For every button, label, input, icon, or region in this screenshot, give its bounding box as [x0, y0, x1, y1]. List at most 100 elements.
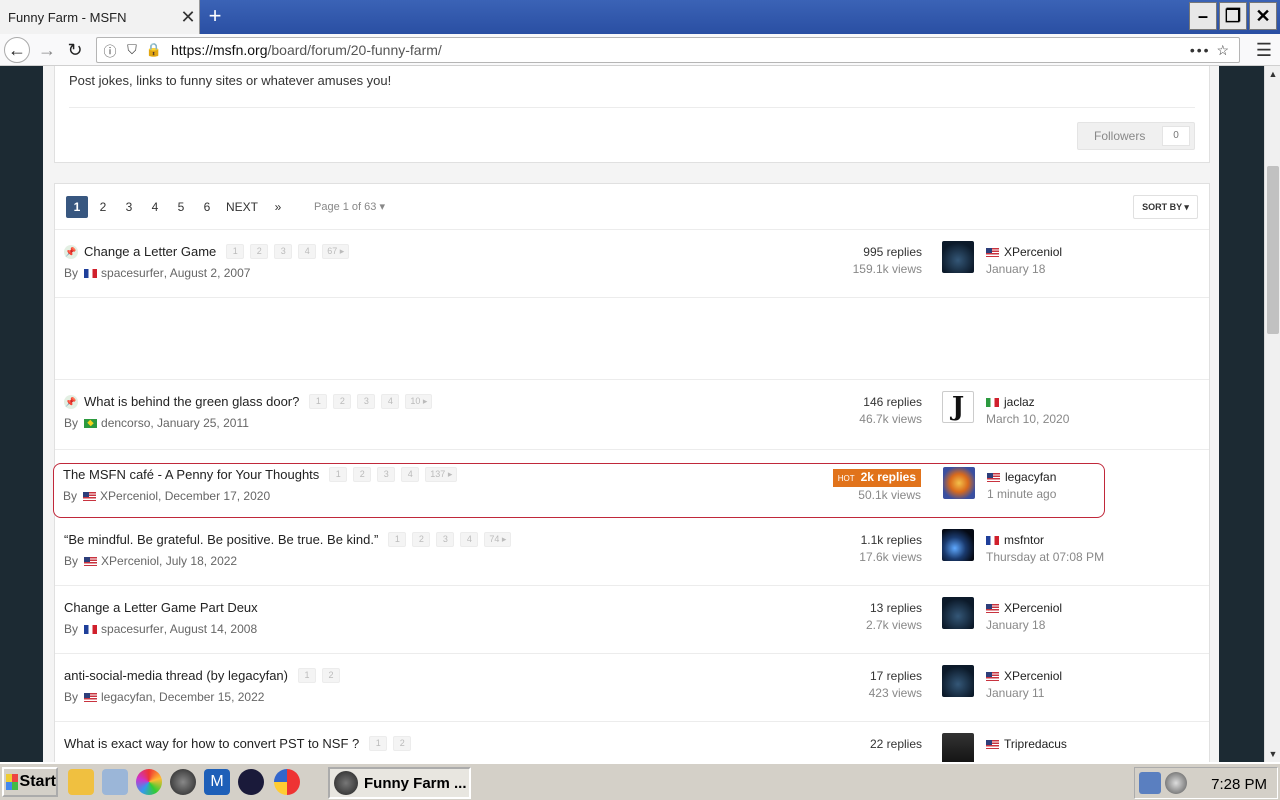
- topic-page-link[interactable]: 2: [393, 736, 412, 751]
- topic-row[interactable]: anti-social-media thread (by legacyfan) …: [55, 654, 1209, 722]
- last-post-time[interactable]: March 10, 2020: [986, 411, 1069, 428]
- folder-icon[interactable]: [68, 769, 94, 795]
- topic-page-link[interactable]: 4: [401, 467, 420, 482]
- raccoon-app-icon[interactable]: [170, 769, 196, 795]
- last-post-time[interactable]: Thursday at 07:08 PM: [986, 549, 1104, 566]
- topic-page-link[interactable]: 1: [329, 467, 348, 482]
- topic-page-link[interactable]: 137 ▸: [425, 467, 458, 482]
- page-link-5[interactable]: 5: [170, 196, 192, 218]
- network-icon[interactable]: [1139, 772, 1161, 794]
- lock-icon[interactable]: 🔒: [145, 42, 163, 58]
- last-poster-avatar[interactable]: [942, 597, 974, 629]
- topic-title[interactable]: The MSFN café - A Penny for Your Thought…: [63, 467, 319, 482]
- dark-app-icon[interactable]: [238, 769, 264, 795]
- last-poster-link[interactable]: XPerceniol: [1004, 600, 1062, 617]
- scroll-down-arrow-icon[interactable]: ▼: [1265, 746, 1280, 762]
- topic-page-link[interactable]: 1: [298, 668, 316, 683]
- topic-page-link[interactable]: 2: [322, 668, 340, 683]
- address-bar[interactable]: ⓘ ⛉ 🔒 https://msfn.org/board/forum/20-fu…: [96, 37, 1240, 63]
- last-post-time[interactable]: January 11: [986, 685, 1062, 702]
- topic-page-link[interactable]: 67 ▸: [322, 244, 350, 259]
- topic-page-link[interactable]: 3: [377, 467, 396, 482]
- topic-row[interactable]: 📌 What is behind the green glass door? 1…: [55, 380, 1209, 450]
- topic-page-link[interactable]: 2: [353, 467, 372, 482]
- topic-page-link[interactable]: 4: [298, 244, 317, 259]
- maximize-button[interactable]: ❐: [1219, 2, 1247, 30]
- author-link[interactable]: XPerceniol: [101, 554, 159, 568]
- topic-page-link[interactable]: 2: [333, 394, 352, 409]
- topic-page-link[interactable]: 3: [436, 532, 455, 547]
- author-link[interactable]: dencorso: [101, 416, 150, 430]
- close-window-button[interactable]: ✕: [1249, 2, 1277, 30]
- topic-title[interactable]: anti-social-media thread (by legacyfan): [64, 668, 288, 683]
- topic-page-link[interactable]: 1: [369, 736, 388, 751]
- topic-page-link[interactable]: 1: [309, 394, 328, 409]
- author-link[interactable]: XPerceniol: [100, 489, 158, 503]
- topic-page-link[interactable]: 2: [412, 532, 431, 547]
- topic-page-link[interactable]: 3: [274, 244, 293, 259]
- topic-page-link[interactable]: 74 ▸: [484, 532, 512, 547]
- last-poster-avatar[interactable]: [942, 665, 974, 697]
- topic-page-link[interactable]: 1: [388, 532, 407, 547]
- browser-tab[interactable]: Funny Farm - MSFN ✕: [0, 0, 200, 34]
- forward-button[interactable]: →: [34, 37, 60, 63]
- author-link[interactable]: legacyfan: [101, 690, 152, 704]
- followers-button[interactable]: Followers 0: [1077, 122, 1195, 150]
- topic-row[interactable]: 📌 Change a Letter Game 1 2 3 4 67 ▸ By sp…: [55, 230, 1209, 298]
- page-link-4[interactable]: 4: [144, 196, 166, 218]
- page-link-6[interactable]: 6: [196, 196, 218, 218]
- topic-title[interactable]: What is exact way for how to convert PST…: [64, 736, 359, 751]
- ccleaner-icon[interactable]: [274, 769, 300, 795]
- page-link-2[interactable]: 2: [92, 196, 114, 218]
- page-jump-dropdown[interactable]: Page 1 of 63 ▾: [314, 196, 385, 218]
- malwarebytes-icon[interactable]: M: [204, 769, 230, 795]
- page-link-3[interactable]: 3: [118, 196, 140, 218]
- last-poster-link[interactable]: XPerceniol: [1004, 668, 1062, 685]
- next-page-link[interactable]: NEXT: [226, 196, 258, 218]
- last-poster-link[interactable]: legacyfan: [1005, 469, 1056, 486]
- info-icon[interactable]: ⓘ: [101, 41, 119, 60]
- page-actions[interactable]: ••• ☆: [1190, 42, 1231, 59]
- last-poster-avatar[interactable]: [942, 733, 974, 762]
- topic-title[interactable]: Change a Letter Game: [84, 244, 216, 259]
- topic-page-link[interactable]: 3: [357, 394, 376, 409]
- last-poster-avatar[interactable]: [942, 529, 974, 561]
- last-poster-avatar[interactable]: [943, 467, 975, 499]
- color-wheel-icon[interactable]: [136, 769, 162, 795]
- minimize-button[interactable]: –: [1189, 2, 1217, 30]
- last-poster-link[interactable]: msfntor: [1004, 532, 1044, 549]
- sort-by-button[interactable]: SORT BY ▾: [1133, 195, 1198, 219]
- last-poster-link[interactable]: XPerceniol: [1004, 244, 1062, 261]
- hamburger-menu-icon[interactable]: ☰: [1256, 40, 1272, 61]
- taskbar-window-button[interactable]: Funny Farm ...: [328, 767, 471, 799]
- last-poster-link[interactable]: jaclaz: [1004, 394, 1035, 411]
- topic-title[interactable]: Change a Letter Game Part Deux: [64, 600, 258, 615]
- topic-page-link[interactable]: 2: [250, 244, 269, 259]
- topic-row[interactable]: Change a Letter Game Part Deux By spacesu…: [55, 586, 1209, 654]
- topic-page-link[interactable]: 10 ▸: [405, 394, 433, 409]
- reload-button[interactable]: ↻: [62, 37, 88, 63]
- back-button[interactable]: ←: [4, 37, 30, 63]
- system-clock[interactable]: 7:28 PM: [1211, 776, 1267, 793]
- start-button[interactable]: Start: [2, 767, 58, 797]
- last-post-time[interactable]: 1 minute ago: [987, 486, 1056, 503]
- topic-row-highlighted[interactable]: The MSFN café - A Penny for Your Thought…: [53, 463, 1105, 518]
- new-tab-button[interactable]: +: [203, 4, 227, 28]
- last-poster-link[interactable]: Tripredacus: [1004, 736, 1067, 753]
- topic-page-link[interactable]: 4: [460, 532, 479, 547]
- last-poster-avatar[interactable]: [942, 241, 974, 273]
- volume-icon[interactable]: [1165, 772, 1187, 794]
- vertical-scrollbar[interactable]: ▲ ▼: [1264, 66, 1280, 762]
- last-poster-avatar[interactable]: J: [942, 391, 974, 423]
- last-page-link[interactable]: »: [267, 196, 289, 218]
- topic-row[interactable]: What is exact way for how to convert PST…: [55, 722, 1209, 762]
- calculator-icon[interactable]: [102, 769, 128, 795]
- tab-close-icon[interactable]: ✕: [177, 6, 199, 28]
- topic-page-link[interactable]: 1: [226, 244, 245, 259]
- url-text[interactable]: https://msfn.org/board/forum/20-funny-fa…: [171, 42, 1190, 58]
- topic-title[interactable]: What is behind the green glass door?: [84, 394, 299, 409]
- last-post-time[interactable]: January 18: [986, 261, 1062, 278]
- author-link[interactable]: spacesurfer: [101, 622, 164, 636]
- last-post-time[interactable]: January 18: [986, 617, 1062, 634]
- tracking-shield-icon[interactable]: ⛉: [123, 42, 141, 58]
